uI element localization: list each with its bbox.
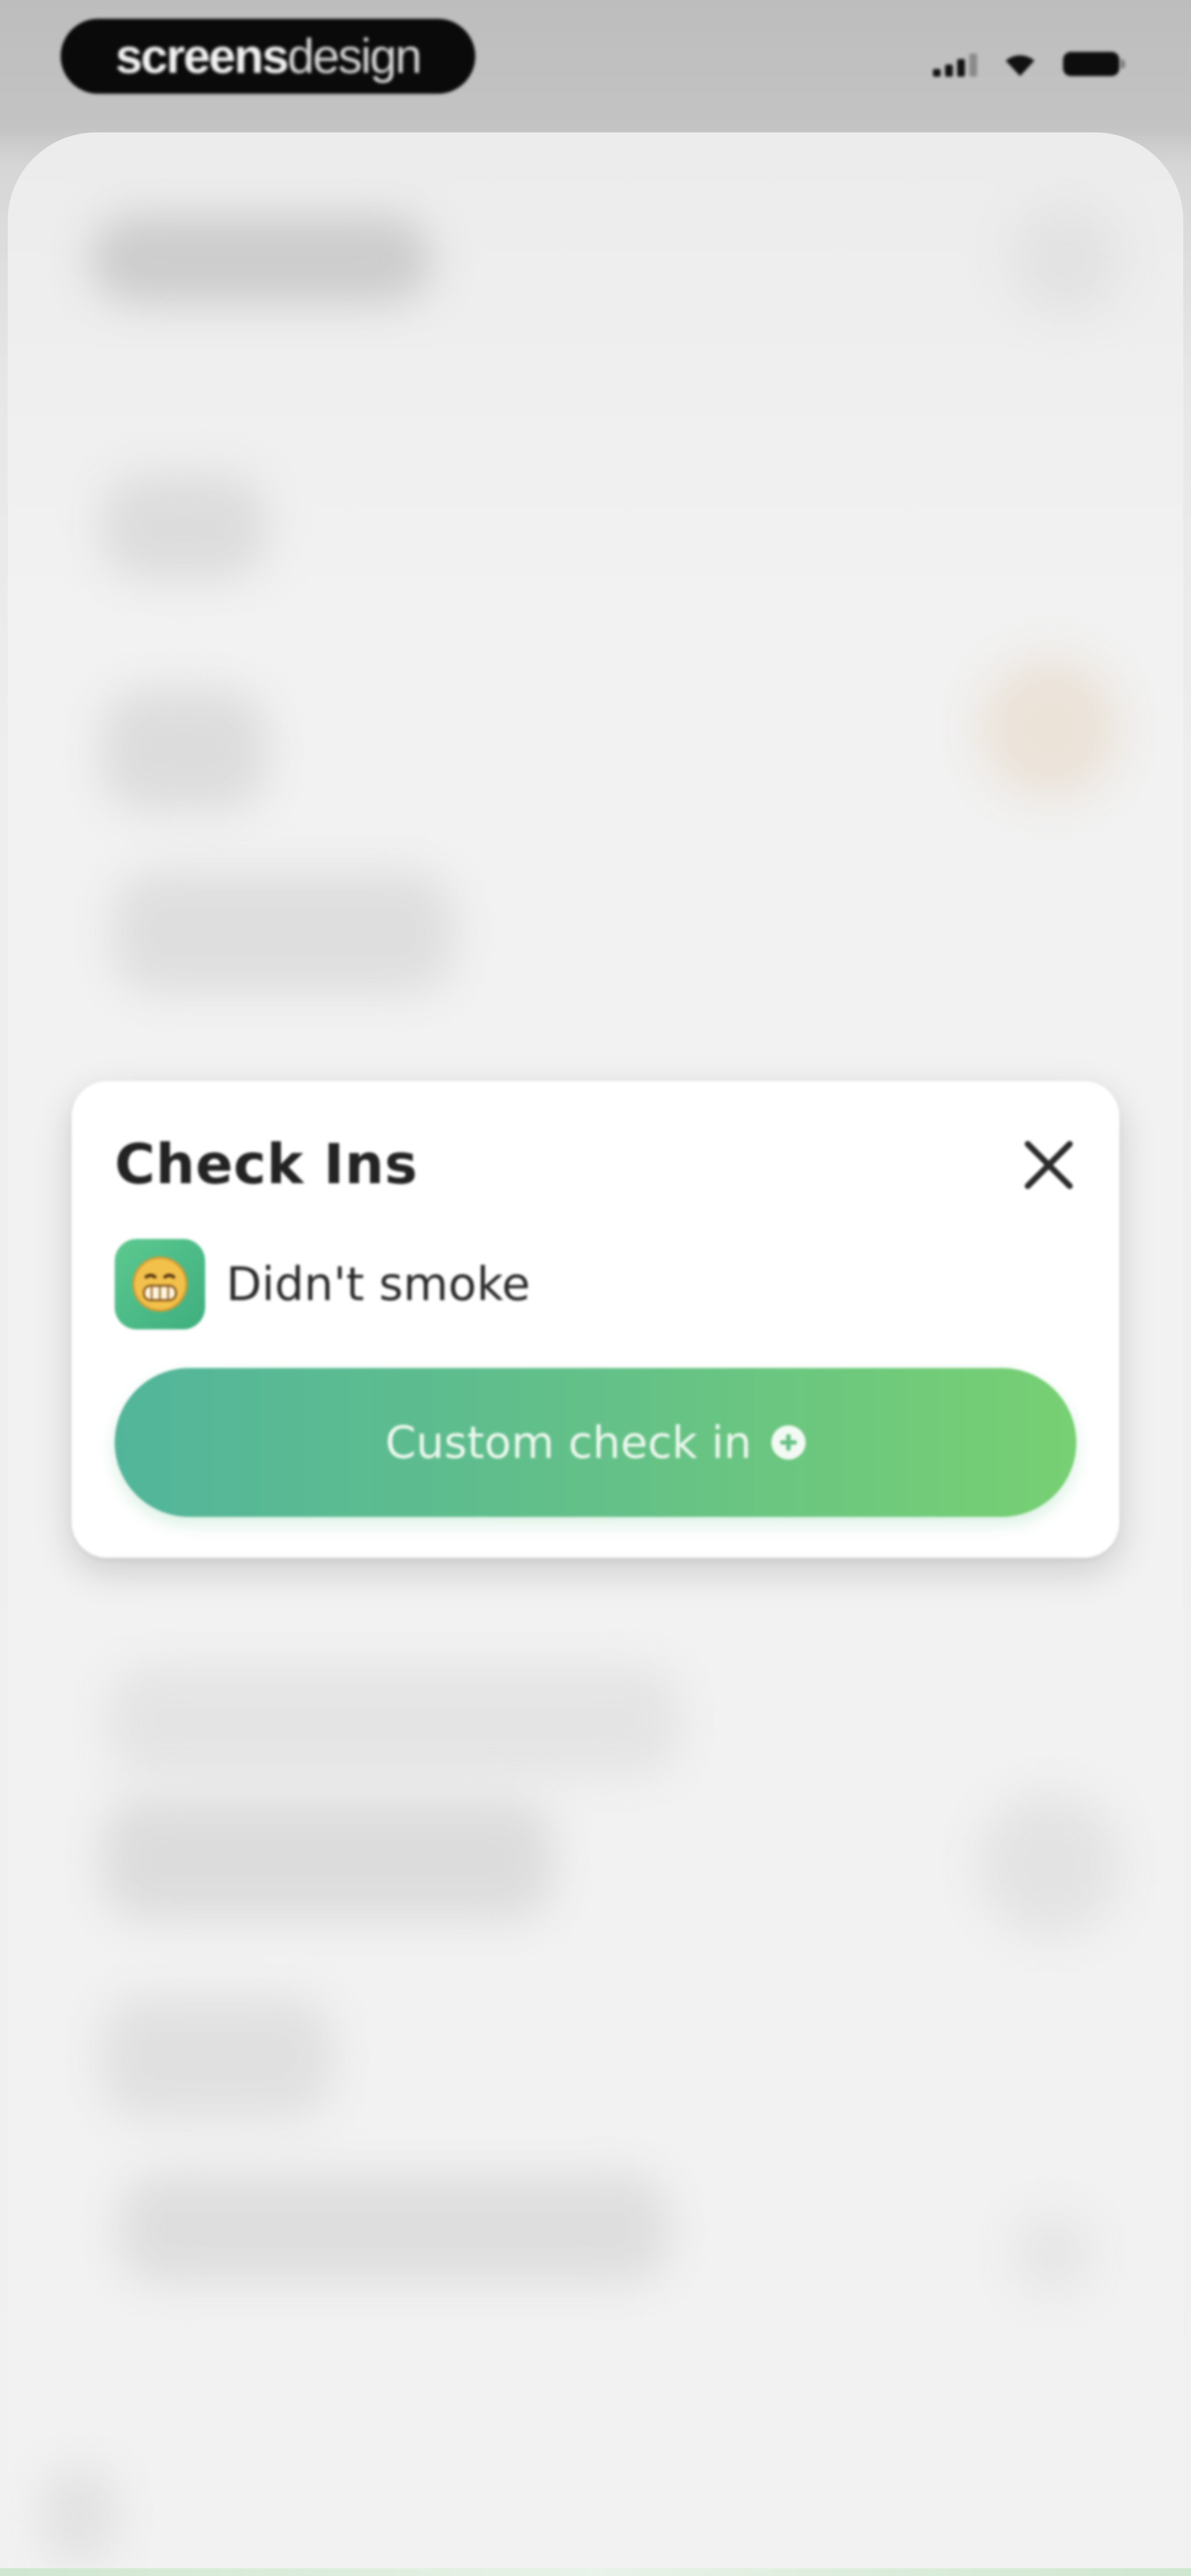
status-icons <box>933 51 1125 77</box>
blurred-row <box>101 474 267 579</box>
custom-check-in-label: Custom check in <box>385 1417 752 1468</box>
custom-check-in-button[interactable]: Custom check in <box>115 1368 1076 1517</box>
brand-bold-text: screens <box>115 29 289 83</box>
brand-badge: screens design <box>61 19 475 94</box>
grimace-emoji-icon <box>132 1257 187 1312</box>
blurred-heading <box>90 215 432 303</box>
checkin-item[interactable]: Didn't smoke <box>115 1239 530 1329</box>
blurred-row <box>101 690 267 811</box>
wifi-icon <box>1002 51 1038 77</box>
modal-title: Check Ins <box>115 1132 418 1196</box>
brand-light-text: design <box>287 29 422 83</box>
checkin-item-label: Didn't smoke <box>226 1257 530 1311</box>
checkin-item-icon-tile <box>115 1239 205 1329</box>
blurred-icon <box>978 1793 1122 1936</box>
plus-circle-icon <box>771 1425 806 1460</box>
blurred-icon <box>1011 2212 1094 2295</box>
battery-icon <box>1063 52 1125 76</box>
blurred-row <box>101 1798 554 1920</box>
blurred-header-button <box>1011 204 1122 314</box>
blurred-row <box>101 1997 333 2118</box>
blurred-row <box>112 872 454 993</box>
blurred-row <box>107 1666 680 1776</box>
blurred-row <box>41 2466 118 2565</box>
bottom-edge <box>0 2568 1191 2576</box>
close-button[interactable] <box>1012 1129 1085 1201</box>
check-ins-modal: Check Ins Didn't smoke Custom check in <box>72 1081 1119 1558</box>
blurred-row <box>118 2173 669 2284</box>
blurred-avatar <box>978 656 1122 800</box>
close-icon <box>1024 1141 1073 1189</box>
status-bar: screens design <box>0 0 1191 121</box>
signal-icon <box>933 51 977 77</box>
app-screen: screens design Check Ins Didn't smoke Cu… <box>0 0 1191 2576</box>
